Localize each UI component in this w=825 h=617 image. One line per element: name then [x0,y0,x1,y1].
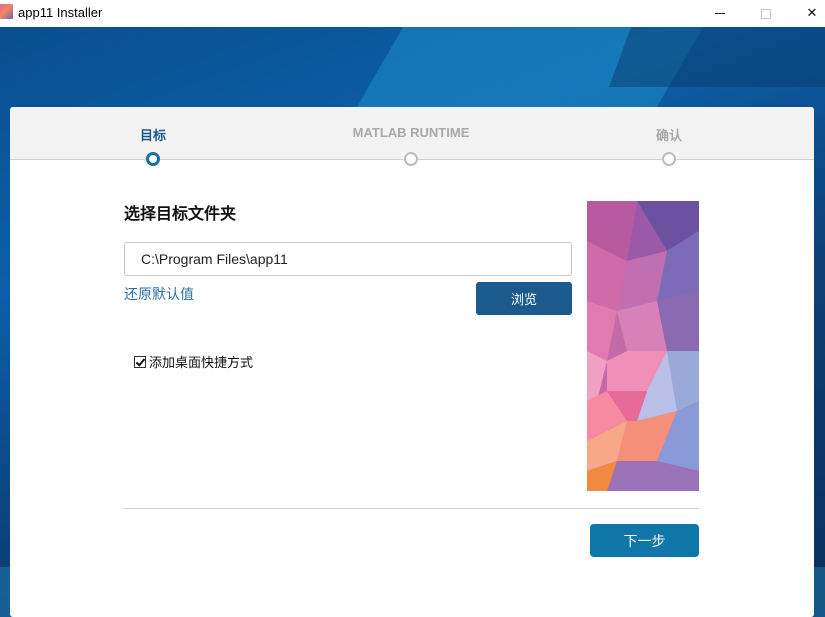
browse-button[interactable]: 浏览 [476,282,572,315]
step-progress-bar: 目标 MATLAB RUNTIME 确认 [10,107,814,166]
step-indicator-destination [146,152,160,166]
close-button[interactable]: ✕ [789,0,825,27]
desktop-background: 目标 MATLAB RUNTIME 确认 选择目标文件夹 还原默认值 浏览 添加… [0,27,825,617]
install-path-input[interactable] [124,242,572,276]
close-icon: ✕ [806,6,818,21]
step-label-destination: 目标 [139,128,167,143]
step-indicator-matlab-runtime [404,152,418,166]
step-indicator-confirm [662,152,676,166]
title-bar: app11 Installer ✕ [0,0,825,27]
minimize-button[interactable] [697,0,743,27]
maximize-icon [761,8,771,19]
app-icon [0,4,13,19]
desktop-shortcut-checkbox[interactable] [134,355,146,368]
window-title: app11 Installer [18,5,103,20]
step-label-matlab-runtime: MATLAB RUNTIME [352,125,470,140]
footer-divider [124,508,699,509]
background-shape [609,27,825,87]
minimize-icon [715,13,725,14]
installer-panel: 目标 MATLAB RUNTIME 确认 选择目标文件夹 还原默认值 浏览 添加… [10,107,814,617]
desktop-shortcut-option[interactable]: 添加桌面快捷方式 [134,352,253,371]
maximize-button[interactable] [743,0,789,27]
desktop-shortcut-label: 添加桌面快捷方式 [149,356,254,371]
decorative-polygon-art [587,201,699,491]
next-button[interactable]: 下一步 [590,524,699,557]
restore-default-link[interactable]: 还原默认值 [124,284,194,304]
section-title: 选择目标文件夹 [124,204,237,223]
step-label-confirm: 确认 [655,128,683,143]
